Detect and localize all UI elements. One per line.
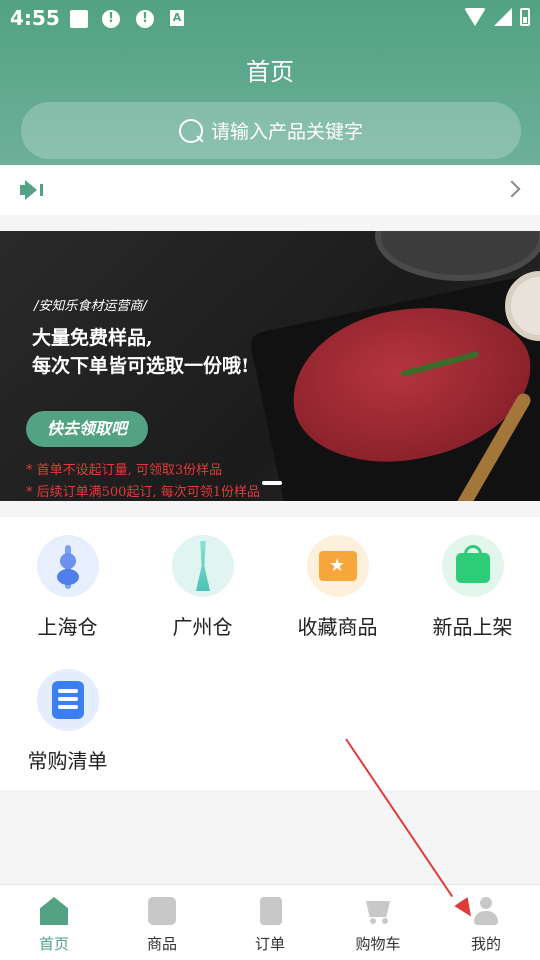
category-label: 收藏商品 [297,615,378,639]
tab-label: 首页 [38,935,69,953]
tab-goods[interactable]: 商品 [108,885,216,960]
tab-profile[interactable]: 我的 [432,885,540,960]
wifi-icon [464,8,486,26]
promo-banner[interactable]: /安知乐食材运营商/ 大量免费样品, 每次下单皆可选取一份哦! 快去领取吧 * … [0,231,540,501]
goods-icon [148,897,176,925]
alert-notification-icon-2: ! [136,10,154,28]
banner-headline-2: 每次下单皆可选取一份哦! [32,355,250,377]
canton-tower-icon [172,535,234,597]
banner-note-1: * 首单不设起订量, 可领取3份样品 [26,463,223,478]
carousel-indicator [262,481,282,485]
category-grid: 上海仓 广州仓 ★ 收藏商品 新品上架 常购清单 [0,517,540,790]
search-input[interactable]: 请输入产品关键字 [21,102,521,159]
status-bar: 4:55 ! ! A [0,0,540,36]
banner-headline-1: 大量免费样品, [32,327,153,349]
tab-label: 我的 [470,935,501,953]
category-new-arrivals[interactable]: 新品上架 [405,517,540,647]
category-label: 新品上架 [432,615,513,639]
tab-label: 商品 [146,935,177,953]
chevron-right-icon[interactable] [503,180,521,198]
announcement-bar[interactable] [0,165,540,215]
category-guangzhou-warehouse[interactable]: 广州仓 [135,517,270,647]
claim-samples-button[interactable]: 快去领取吧 [26,411,148,447]
page-title: 首页 [246,58,294,86]
banner-subtitle: /安知乐食材运营商/ [34,299,147,314]
alert-notification-icon: ! [102,10,120,28]
tab-cart[interactable]: 购物车 [324,885,432,960]
shanghai-tower-icon [37,535,99,597]
category-label: 上海仓 [37,615,98,639]
category-favorites[interactable]: ★ 收藏商品 [270,517,405,647]
list-icon [37,669,99,731]
speaker-icon [20,180,46,200]
category-shanghai-warehouse[interactable]: 上海仓 [0,517,135,647]
header: 4:55 ! ! A 首页 请输入产品关键字 [0,0,540,165]
image-notification-icon [70,10,88,28]
tab-home[interactable]: 首页 [0,885,108,960]
tab-label: 订单 [254,935,285,953]
pan-image [375,231,540,281]
category-label: 广州仓 [172,615,233,639]
shopping-bag-icon [442,535,504,597]
status-time: 4:55 [10,6,60,30]
tab-label: 购物车 [355,935,401,953]
banner-note-2: * 后续订单满500起订, 每次可领1份样品 [26,485,260,500]
search-icon [178,118,203,143]
app-notification-icon: A [170,10,184,26]
signal-icon [494,8,512,26]
category-label: 常购清单 [27,749,108,773]
order-icon [260,897,282,925]
search-placeholder: 请输入产品关键字 [210,121,363,143]
favorite-folder-icon: ★ [307,535,369,597]
home-icon [40,897,68,925]
cart-icon [364,897,392,925]
tab-orders[interactable]: 订单 [216,885,324,960]
battery-icon [520,8,530,26]
category-frequent-list[interactable]: 常购清单 [0,651,135,781]
bottom-nav: 首页 商品 订单 购物车 我的 [0,884,540,960]
